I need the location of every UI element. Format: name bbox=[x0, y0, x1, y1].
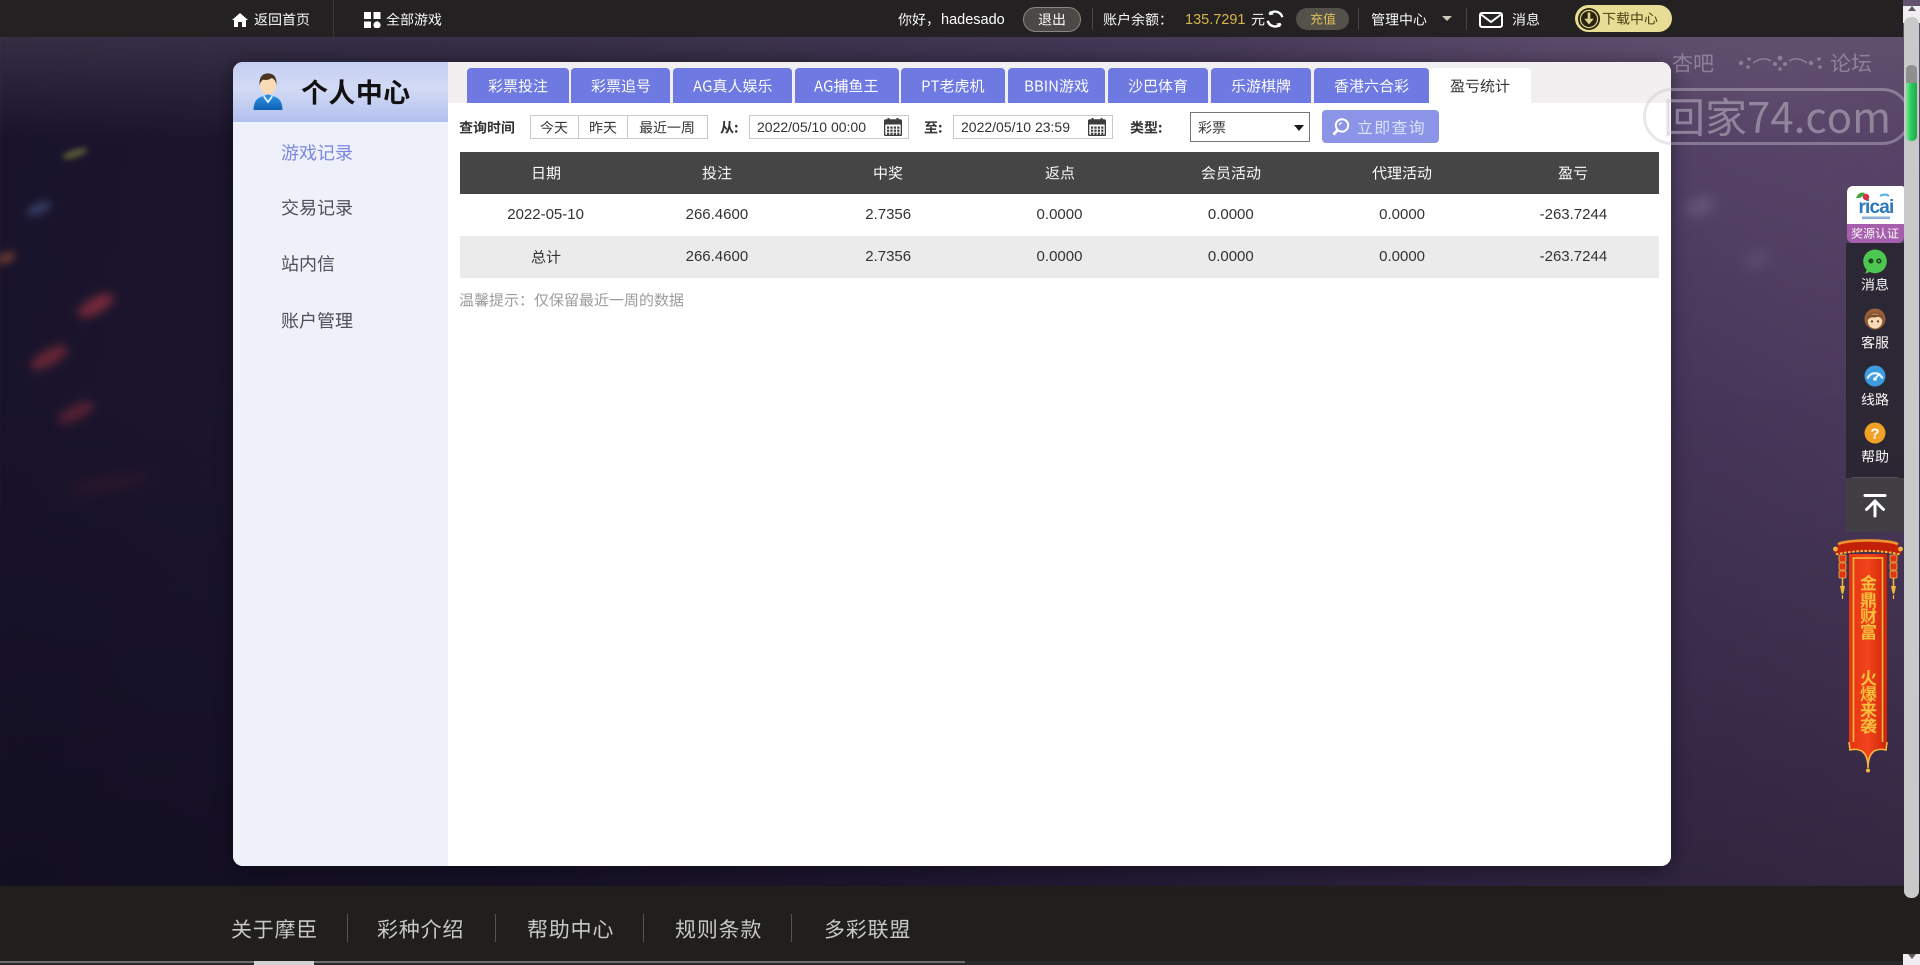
svg-text:?: ? bbox=[1870, 425, 1879, 442]
svg-text:ricai: ricai bbox=[1858, 197, 1893, 218]
